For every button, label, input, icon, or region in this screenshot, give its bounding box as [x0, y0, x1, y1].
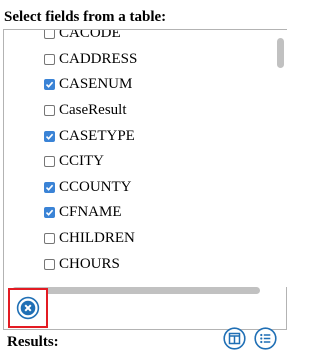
field-label: CACODE — [59, 30, 121, 42]
list-view-button[interactable] — [254, 327, 277, 350]
field-checkbox[interactable] — [44, 258, 55, 270]
field-list: CACODE CADDRESS CASENUM CaseResult CASETYPE C… — [4, 30, 274, 277]
clear-selection-button[interactable] — [8, 288, 48, 328]
close-circle-icon — [16, 296, 40, 320]
field-label: CFNAME — [59, 204, 122, 221]
field-checkbox[interactable] — [44, 30, 55, 40]
vertical-scrollbar[interactable] — [275, 30, 287, 287]
field-checkbox[interactable] — [44, 105, 55, 117]
field-item[interactable]: CACODE — [4, 30, 274, 47]
results-heading: Results: — [7, 334, 59, 350]
field-label: CHILDREN — [59, 230, 135, 247]
table-view-icon — [223, 327, 246, 350]
field-item[interactable]: CCITY — [4, 149, 274, 175]
field-item[interactable]: CASENUM — [4, 72, 274, 98]
field-checkbox[interactable] — [44, 233, 55, 245]
field-item[interactable]: CaseResult — [4, 98, 274, 124]
field-checkbox[interactable] — [44, 156, 55, 168]
field-list-viewport: CACODE CADDRESS CASENUM CaseResult CASETYPE C… — [4, 30, 274, 287]
field-item[interactable]: CADDRESS — [4, 47, 274, 73]
field-item[interactable]: CHILDREN — [4, 226, 274, 252]
field-selector-heading: Select fields from a table: — [4, 9, 167, 25]
field-label: CASETYPE — [59, 127, 135, 144]
field-label: CCITY — [59, 153, 104, 170]
field-label: CASENUM — [59, 76, 133, 93]
field-label: CCOUNTY — [59, 178, 132, 195]
horizontal-scrollbar-thumb[interactable] — [12, 287, 260, 294]
field-item[interactable]: CCOUNTY — [4, 175, 274, 201]
field-checkbox[interactable] — [44, 130, 55, 142]
field-item[interactable]: CHOURS — [4, 251, 274, 277]
vertical-scrollbar-thumb[interactable] — [277, 38, 284, 68]
table-view-button[interactable] — [223, 327, 246, 350]
field-label: CaseResult — [59, 102, 127, 119]
field-checkbox[interactable] — [44, 181, 55, 193]
field-label: CADDRESS — [59, 50, 138, 67]
field-item[interactable]: CFNAME — [4, 200, 274, 226]
field-list-box: CACODE CADDRESS CASENUM CaseResult CASETYPE C… — [3, 29, 287, 350]
field-checkbox[interactable] — [44, 79, 55, 91]
list-view-icon — [254, 327, 277, 350]
field-checkbox[interactable] — [44, 207, 55, 219]
field-checkbox[interactable] — [44, 53, 55, 65]
field-item[interactable]: CASETYPE — [4, 123, 274, 149]
field-label: CHOURS — [59, 255, 120, 272]
